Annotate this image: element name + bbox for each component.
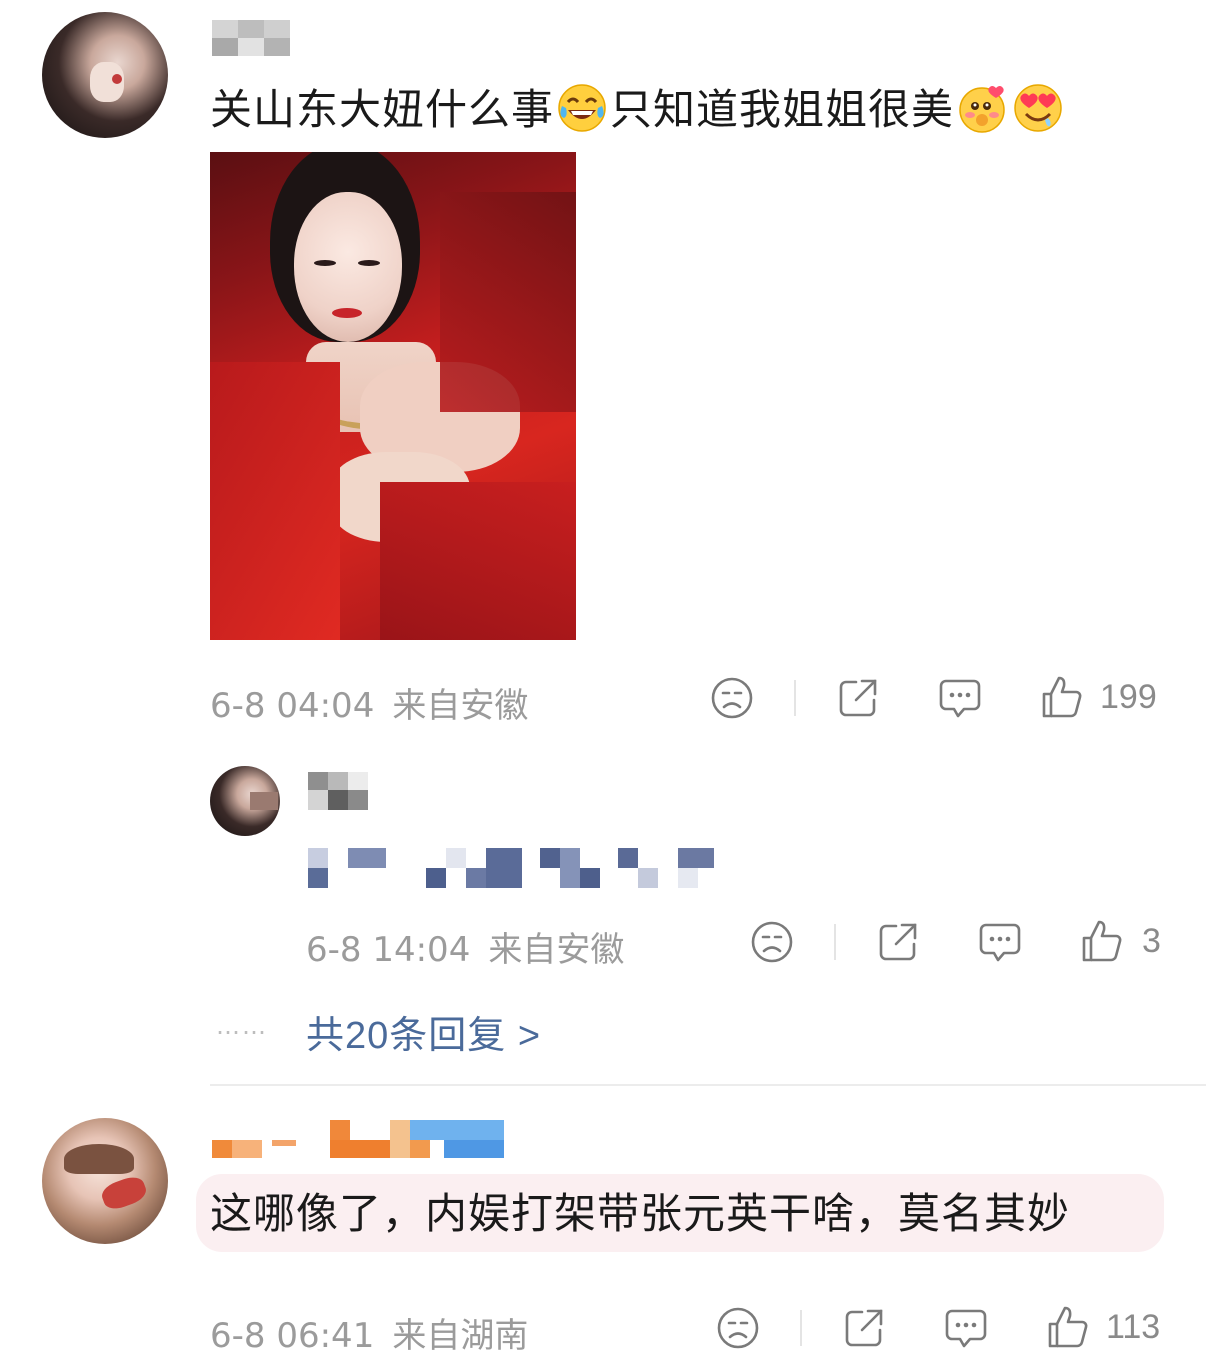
sad-face-icon	[711, 677, 753, 719]
comment-text: 关山东大妞什么事 只知道我姐姐很美	[210, 82, 1066, 136]
comment-location-2: 来自湖南	[392, 1316, 529, 1356]
separator	[800, 1310, 802, 1346]
share-icon	[879, 923, 917, 961]
reply-time: 6-8 14:04	[306, 930, 471, 970]
heart-eyes-emoji-icon	[1012, 82, 1064, 134]
comment-text-part2: 只知道我姐姐很美	[610, 85, 955, 134]
username-blurred[interactable]	[212, 20, 290, 56]
comment-meta: 6-8 04:04 来自安徽	[210, 678, 528, 727]
thumbs-up-icon	[1042, 676, 1082, 718]
comment-bubble-icon	[945, 1309, 987, 1348]
reply-button-2[interactable]	[944, 1306, 988, 1352]
reply-button[interactable]	[938, 676, 982, 722]
reply-dislike-button[interactable]	[750, 920, 794, 964]
reply-share-button[interactable]	[876, 920, 920, 964]
shy-love-emoji-icon	[956, 82, 1008, 134]
commenter-avatar[interactable]	[42, 12, 168, 138]
commenter-avatar-2[interactable]	[42, 1118, 168, 1244]
reply-location: 来自安徽	[488, 930, 625, 970]
reply-username-blurred[interactable]	[308, 772, 408, 810]
comment-text-part1: 关山东大妞什么事	[210, 85, 555, 134]
like-button[interactable]: 199	[1040, 674, 1157, 720]
more-dots: ……	[216, 1012, 268, 1040]
view-more-replies-link[interactable]: 共20条回复 >	[306, 1004, 541, 1059]
comment-time: 6-8 04:04	[210, 686, 375, 726]
thumbs-up-icon	[1082, 920, 1122, 962]
separator	[834, 924, 836, 960]
reply-like-button[interactable]: 3	[1080, 918, 1161, 964]
comment-text-2: 这哪像了，内娱打架带张元英干啥，莫名其妙	[210, 1189, 1071, 1238]
share-button[interactable]	[836, 676, 880, 720]
reply-like-count: 3	[1142, 921, 1161, 960]
comment-divider	[210, 1084, 1206, 1086]
reply-avatar[interactable]	[210, 766, 280, 836]
comment-bubble-icon	[939, 679, 981, 718]
share-button-2[interactable]	[842, 1306, 886, 1350]
comment-meta-2: 6-8 06:41 来自湖南	[210, 1308, 528, 1357]
comment-location: 来自安徽	[392, 686, 529, 726]
like-count-2: 113	[1106, 1307, 1161, 1346]
laugh-cry-emoji-icon	[556, 82, 608, 134]
comment-bubble-icon	[979, 923, 1021, 962]
comment-image[interactable]	[210, 152, 576, 640]
reply-comment-button[interactable]	[978, 920, 1022, 966]
thumbs-up-icon	[1048, 1306, 1088, 1348]
reply-meta: 6-8 14:04 来自安徽	[306, 922, 624, 971]
comment-time-2: 6-8 06:41	[210, 1316, 375, 1356]
sad-face-icon	[717, 1307, 759, 1349]
username-blurred-2[interactable]	[212, 1120, 504, 1158]
share-icon	[845, 1309, 883, 1347]
reply-text-blurred	[308, 846, 718, 888]
like-button-2[interactable]: 113	[1046, 1304, 1160, 1350]
like-count: 199	[1100, 677, 1157, 716]
separator	[794, 680, 796, 716]
sad-face-icon	[751, 921, 793, 963]
dislike-button-2[interactable]	[716, 1306, 760, 1350]
share-icon	[839, 679, 877, 717]
dislike-button[interactable]	[710, 676, 754, 720]
